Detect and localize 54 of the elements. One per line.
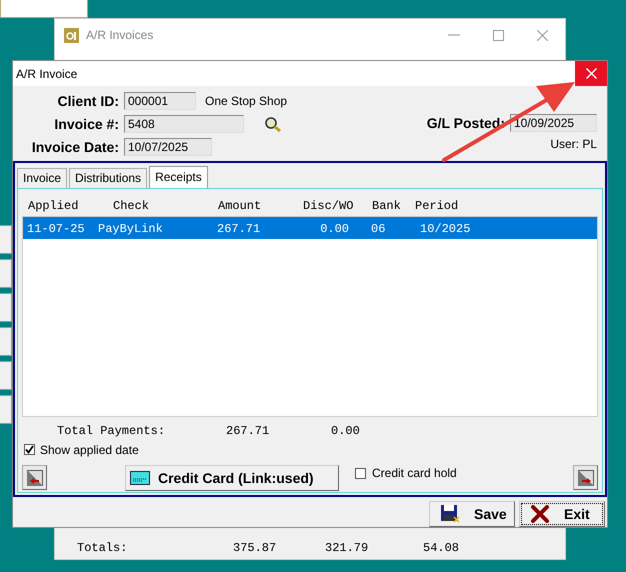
input-field[interactable]: 10/07/2025 [124, 138, 212, 156]
maximize-icon[interactable] [493, 30, 504, 40]
card-icon [130, 470, 150, 485]
column-header: Bank [372, 198, 401, 213]
column-header: Amount [218, 198, 262, 213]
table-cell-text: 06 [371, 222, 386, 236]
table-cell-text: 0.00 [319, 222, 349, 236]
tab[interactable]: Invoice [17, 168, 68, 188]
column-header: Applied [28, 198, 78, 213]
close-icon [586, 68, 596, 79]
close-button[interactable] [575, 61, 607, 86]
column-header: Period [415, 198, 458, 213]
total-value: 54.08 [423, 541, 460, 555]
x-mark-icon [530, 505, 550, 523]
checkbox[interactable] [24, 444, 35, 456]
close-icon[interactable] [537, 30, 548, 40]
search-icon[interactable] [264, 116, 282, 132]
app-icon [64, 28, 79, 42]
input-field[interactable]: 000001 [124, 92, 196, 110]
total-payments-amount: 267.71 [226, 424, 270, 438]
total-payments-label: Total Payments: [57, 424, 166, 438]
total-value: 321.79 [325, 541, 368, 555]
input-field[interactable]: 10/09/2025 [510, 114, 597, 132]
table-cell-text: 10/2025 [420, 222, 472, 236]
next-button[interactable] [573, 465, 598, 490]
table-cell-text: 267.71 [217, 222, 262, 236]
user-label: User: PL [550, 137, 597, 151]
checkbox[interactable] [355, 468, 366, 479]
field-label: Client ID: [56, 93, 119, 109]
field-label: Invoice #: [53, 116, 119, 132]
total-value: 375.87 [233, 541, 276, 555]
checkbox-label: Show applied date [40, 442, 139, 457]
receipt-row[interactable]: 11-07-25 PayByLink 267.71 0.00 06 10/2025 [23, 216, 597, 239]
field-label: Invoice Date: [30, 139, 119, 155]
forward-arrow-icon [578, 470, 594, 486]
table-cell-text: 11-07-25 [27, 222, 86, 236]
totals-label: Totals: [77, 541, 128, 555]
column-header: Disc/WO [303, 198, 354, 213]
field-label: G/L Posted: [426, 115, 505, 131]
previous-button[interactable] [22, 465, 47, 490]
credit-card-button[interactable]: Credit Card (Link:used) [125, 464, 339, 491]
input-field[interactable]: 5408 [124, 115, 244, 133]
back-arrow-icon [26, 470, 42, 486]
column-header: Check [113, 198, 150, 213]
dialog-title: A/R Invoice [16, 66, 78, 80]
checkbox-label: Credit card hold [372, 466, 457, 480]
tab[interactable]: Receipts [149, 166, 208, 188]
window-title: A/R Invoices [86, 28, 154, 42]
save-button[interactable]: Save [429, 501, 515, 527]
total-payments-discount: 0.00 [331, 424, 360, 438]
tab[interactable]: Distributions [69, 168, 148, 188]
exit-button[interactable]: Exit [519, 501, 605, 527]
client-name: One Stop Shop [205, 94, 288, 108]
table-cell-text: PayByLink [98, 222, 164, 236]
